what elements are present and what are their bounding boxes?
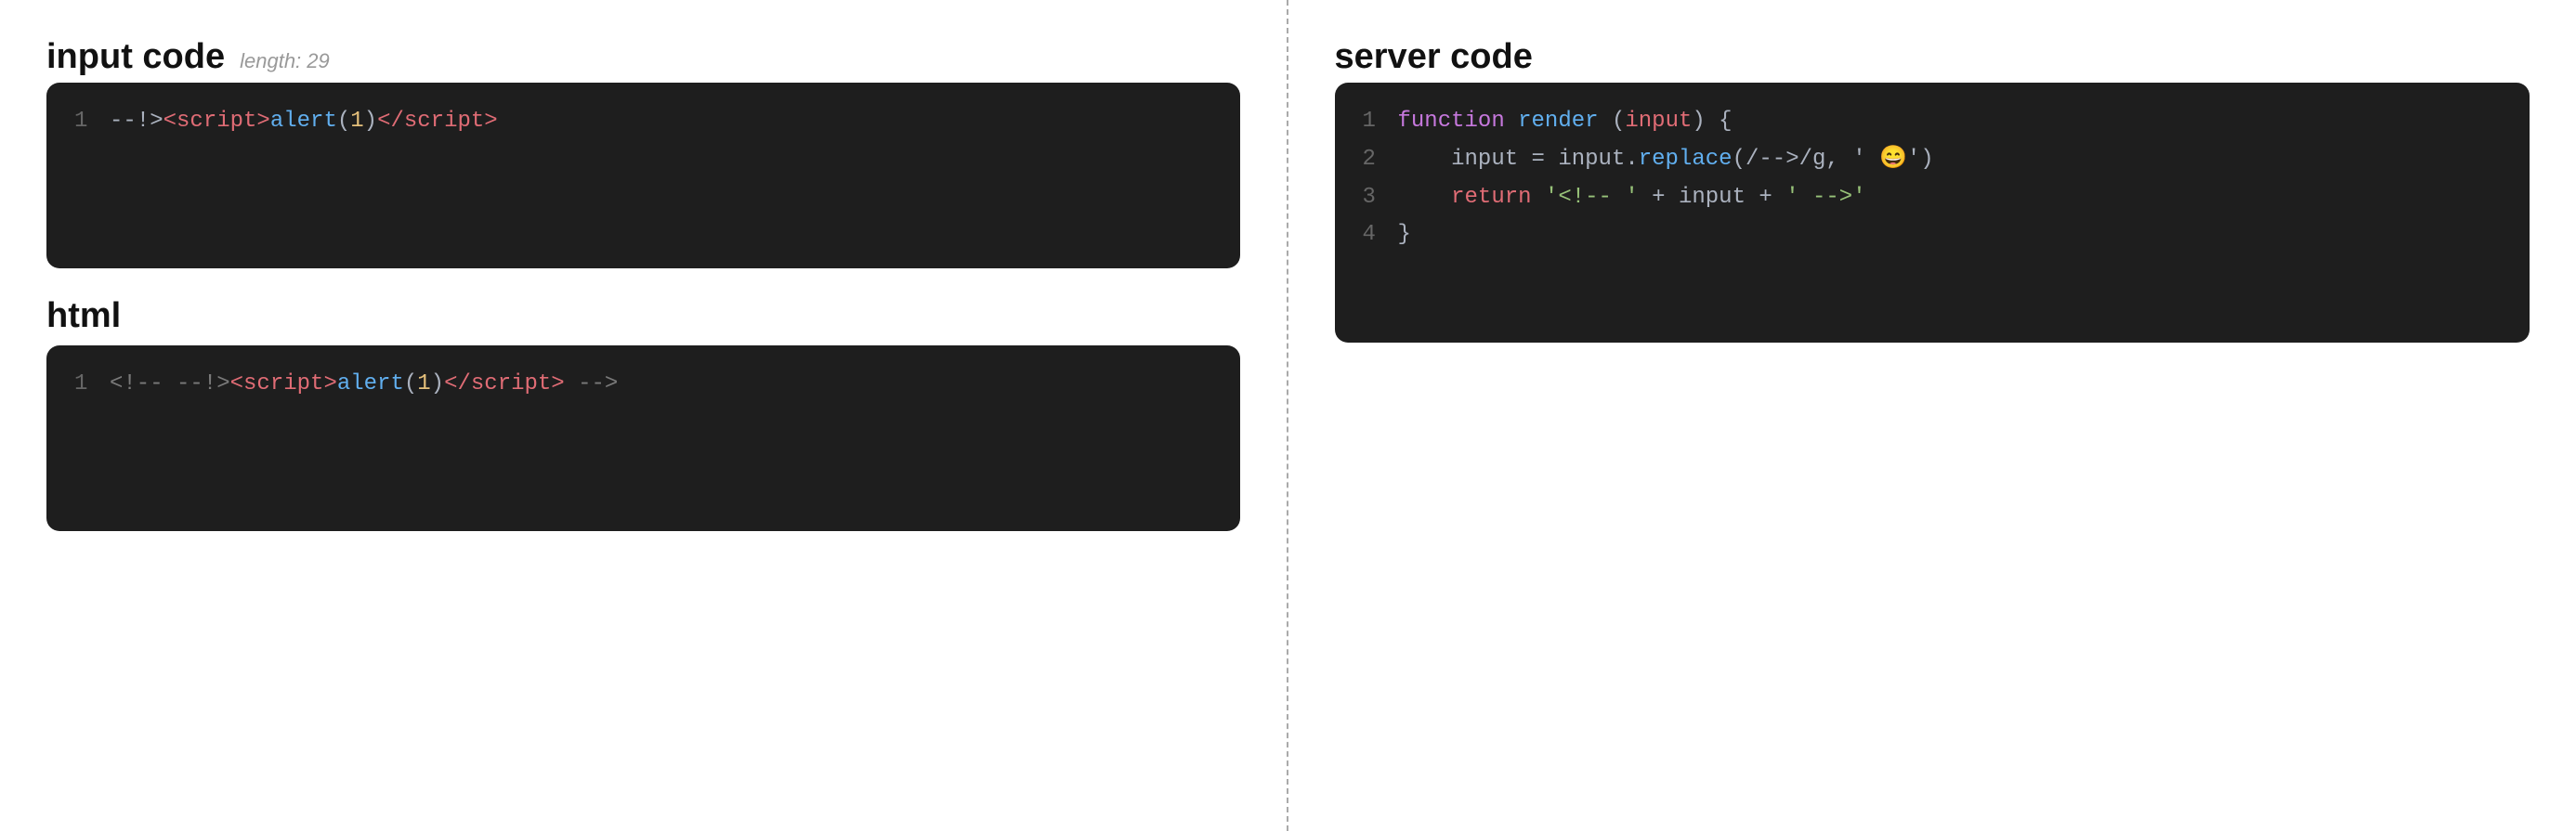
input-code-block: 1 --!><script>alert(1)</script> (46, 83, 1240, 268)
server-line-3: 3 return '<!-- ' + input + ' -->' (1363, 179, 2503, 217)
server-code-line-4: } (1398, 216, 1411, 254)
server-code-block: 1 function render (input) { 2 input = in… (1335, 83, 2530, 343)
html-code-block: 1 <!-- --!><script>alert(1)</script> --> (46, 345, 1240, 531)
html-title: html (46, 296, 1240, 336)
input-line-1: 1 --!><script>alert(1)</script> (74, 103, 1212, 141)
right-panel: server code 1 function render (input) { … (1288, 0, 2576, 831)
input-code-meta: length: 29 (240, 49, 330, 73)
html-code-content: <!-- --!><script>alert(1)</script> --> (110, 366, 618, 404)
line-number: 1 (74, 103, 93, 141)
server-code-heading: server code (1335, 37, 2530, 77)
input-code-content: --!><script>alert(1)</script> (110, 103, 498, 141)
server-code-line-3: return '<!-- ' + input + ' -->' (1398, 179, 1866, 217)
line-number: 2 (1363, 141, 1381, 179)
html-line-1: 1 <!-- --!><script>alert(1)</script> --> (74, 366, 1212, 404)
input-code-title: input code (46, 37, 225, 77)
line-number: 1 (74, 366, 93, 404)
left-panel: input code length: 29 1 --!><script>aler… (0, 0, 1288, 831)
line-number: 4 (1363, 216, 1381, 254)
server-code-line-1: function render (input) { (1398, 103, 1733, 141)
line-number: 3 (1363, 179, 1381, 217)
line-number: 1 (1363, 103, 1381, 141)
server-line-4: 4 } (1363, 216, 2503, 254)
server-line-2: 2 input = input.replace(/-->/g, ' 😄') (1363, 141, 2503, 179)
server-code-title: server code (1335, 37, 1533, 77)
server-line-1: 1 function render (input) { (1363, 103, 2503, 141)
input-code-heading: input code length: 29 (46, 37, 1240, 77)
server-code-line-2: input = input.replace(/-->/g, ' 😄') (1398, 141, 1934, 179)
